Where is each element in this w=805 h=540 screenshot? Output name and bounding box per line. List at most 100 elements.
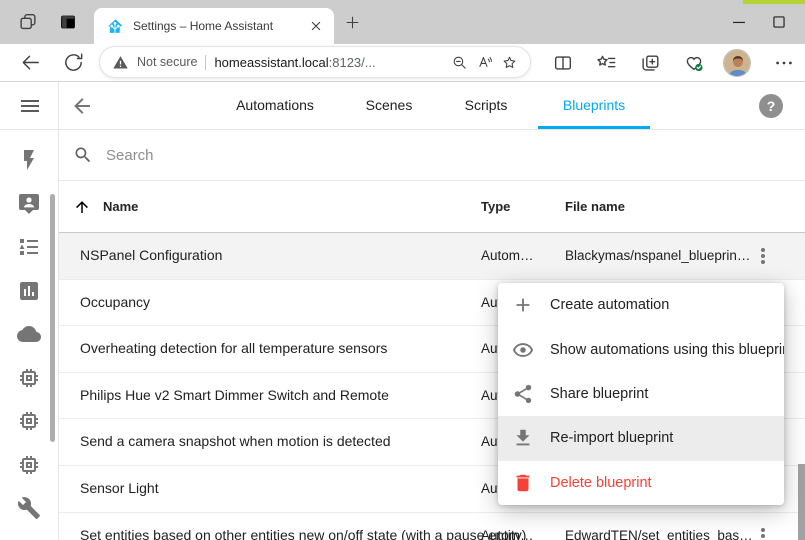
menu-item-label: Re-import blueprint xyxy=(550,430,673,446)
zoom-out-icon[interactable] xyxy=(451,54,468,71)
tab-scenes[interactable]: Scenes xyxy=(366,82,413,129)
column-header-name[interactable]: Name xyxy=(103,181,138,232)
cell-type: Autom… xyxy=(481,233,553,279)
menu-item-create-automation[interactable]: Create automation xyxy=(498,283,784,327)
tab-scripts[interactable]: Scripts xyxy=(465,82,508,129)
close-tab-icon[interactable] xyxy=(308,18,324,34)
back-icon[interactable] xyxy=(19,51,42,74)
more-menu-icon[interactable] xyxy=(773,52,795,74)
ha-app-header: Automations Scenes Scripts Blueprints ? xyxy=(0,82,805,130)
profile-avatar[interactable] xyxy=(723,49,751,77)
search-bar[interactable] xyxy=(59,130,805,181)
home-assistant-favicon xyxy=(107,18,124,35)
menu-item-label: Show automations using this blueprint xyxy=(550,342,784,358)
help-icon[interactable]: ? xyxy=(759,94,783,118)
sidebar-item-hardware-1[interactable] xyxy=(17,366,41,390)
context-menu: Create automation Show automations using … xyxy=(498,283,784,505)
row-overflow-button[interactable] xyxy=(751,524,775,540)
share-icon xyxy=(512,383,534,405)
tab-actions-icon[interactable] xyxy=(57,11,79,33)
menu-item-re-import-blueprint[interactable]: Re-import blueprint xyxy=(498,416,784,460)
sidebar-item-hardware-3[interactable] xyxy=(17,453,41,477)
dots-vertical-icon xyxy=(751,524,775,540)
sidebar-item-hardware-2[interactable] xyxy=(17,409,41,433)
cell-name: Occupancy xyxy=(80,280,150,326)
workspace-accent-strip xyxy=(743,0,805,4)
collections-icon[interactable] xyxy=(639,52,661,74)
split-screen-icon[interactable] xyxy=(552,52,574,74)
person-badge-icon xyxy=(17,192,41,216)
cell-name: NSPanel Configuration xyxy=(80,233,222,279)
menu-item-show-automations-using-this-blueprint[interactable]: Show automations using this blueprint xyxy=(498,327,784,371)
url-host: homeassistant.local xyxy=(214,55,328,70)
favorite-star-icon[interactable] xyxy=(501,54,518,71)
chip-icon xyxy=(17,453,41,477)
tab-blueprints[interactable]: Blueprints xyxy=(563,82,625,129)
address-divider xyxy=(205,55,206,70)
browser-tab[interactable]: Settings – Home Assistant xyxy=(94,8,334,44)
table-header: Name Type File name xyxy=(59,181,805,233)
plus-icon xyxy=(512,294,534,316)
column-header-file[interactable]: File name xyxy=(565,181,625,232)
cell-name: Send a camera snapshot when motion is de… xyxy=(80,419,391,465)
browser-essentials-icon[interactable] xyxy=(683,52,705,74)
url-suffix: :8123/... xyxy=(329,55,376,70)
minimize-icon[interactable] xyxy=(728,11,750,33)
browser-window: Settings – Home Assistant Not secure xyxy=(0,0,805,540)
trash-icon xyxy=(512,472,534,494)
address-bar[interactable]: Not secure homeassistant.local:8123/... xyxy=(100,47,530,77)
favorites-icon[interactable] xyxy=(595,52,617,74)
workspaces-icon[interactable] xyxy=(17,11,39,33)
refresh-icon[interactable] xyxy=(62,51,85,74)
content-scrollbar[interactable] xyxy=(798,464,805,540)
menu-item-label: Create automation xyxy=(550,297,669,313)
eye-icon xyxy=(512,339,534,361)
table-row[interactable]: Set entities based on other entities new… xyxy=(59,513,805,540)
wrench-icon xyxy=(17,496,41,520)
read-aloud-icon[interactable] xyxy=(476,54,493,71)
sidebar-item-energy[interactable] xyxy=(17,148,41,172)
security-label: Not secure xyxy=(137,55,197,69)
row-overflow-button[interactable] xyxy=(751,244,775,268)
maximize-icon[interactable] xyxy=(768,11,790,33)
sidebar-item-logbook[interactable] xyxy=(17,235,41,259)
chip-icon xyxy=(17,409,41,433)
download-icon xyxy=(512,427,534,449)
cell-name: Sensor Light xyxy=(80,466,159,512)
menu-item-share-blueprint[interactable]: Share blueprint xyxy=(498,372,784,416)
sort-ascending-icon[interactable] xyxy=(73,198,91,216)
menu-item-label: Share blueprint xyxy=(550,386,648,402)
cell-file: EdwardTEN/set_entities_bas… xyxy=(565,513,770,540)
cell-name: Philips Hue v2 Smart Dimmer Switch and R… xyxy=(80,373,389,419)
flash-icon xyxy=(17,148,41,172)
sidebar-item-person-badge[interactable] xyxy=(17,192,41,216)
cloud-icon xyxy=(17,322,41,346)
sidebar-item-cloud[interactable] xyxy=(17,322,41,346)
not-secure-warning-icon[interactable] xyxy=(112,54,129,71)
cell-file: Blackymas/nspanel_blueprin… xyxy=(565,233,770,279)
search-icon xyxy=(73,145,93,165)
chart-box-icon xyxy=(17,279,41,303)
sidebar-item-history[interactable] xyxy=(17,279,41,303)
table-row[interactable]: NSPanel Configuration Autom… Blackymas/nsp… xyxy=(59,233,805,280)
active-tab-underline xyxy=(538,126,650,129)
url-text[interactable]: homeassistant.local:8123/... xyxy=(214,55,443,70)
view-tabs: Automations Scenes Scripts Blueprints xyxy=(0,82,805,129)
new-tab-icon[interactable] xyxy=(344,14,361,31)
browser-toolbar: Not secure homeassistant.local:8123/... xyxy=(0,44,805,82)
dots-vertical-icon xyxy=(751,244,775,268)
cell-name: Overheating detection for all temperatur… xyxy=(80,326,387,372)
list-type-icon xyxy=(17,235,41,259)
chip-icon xyxy=(17,366,41,390)
column-header-type[interactable]: Type xyxy=(481,181,510,232)
tab-automations[interactable]: Automations xyxy=(236,82,314,129)
browser-titlebar: Settings – Home Assistant xyxy=(0,0,805,44)
sidebar-item-tools[interactable] xyxy=(17,496,41,520)
cell-name: Set entities based on other entities new… xyxy=(80,513,526,540)
menu-item-label: Delete blueprint xyxy=(550,475,652,491)
sidebar-scrollbar[interactable] xyxy=(50,194,55,442)
search-input[interactable] xyxy=(106,147,506,164)
cell-type: Autom… xyxy=(481,513,553,540)
tab-title: Settings – Home Assistant xyxy=(133,19,299,33)
menu-item-delete-blueprint[interactable]: Delete blueprint xyxy=(498,461,784,505)
